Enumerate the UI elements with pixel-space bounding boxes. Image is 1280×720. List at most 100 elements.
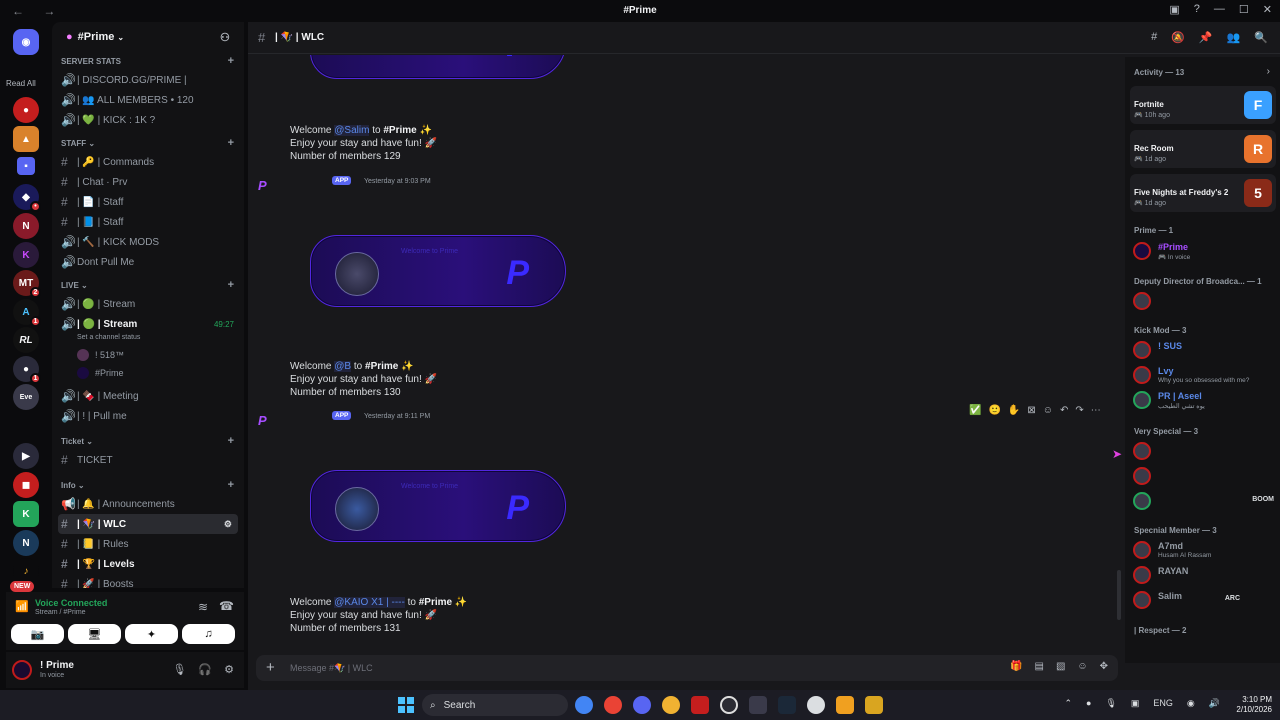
- search-icon[interactable]: 🔍: [1254, 31, 1268, 44]
- disconnect-icon[interactable]: ☎: [219, 599, 234, 613]
- mute-icon[interactable]: 🔕: [1171, 31, 1185, 44]
- signal-icon[interactable]: 📶: [15, 600, 29, 613]
- language-indicator[interactable]: ENG: [1153, 698, 1173, 709]
- member-item[interactable]: Lvy Why you so obsessed with me?: [1130, 364, 1280, 386]
- server-icon-6[interactable]: K: [13, 242, 39, 268]
- welcome-banner[interactable]: Welcome to Prime P: [310, 235, 566, 307]
- activity-card[interactable]: Five Nights at Freddy's 2 🎮 1d ago 5: [1130, 174, 1276, 212]
- noise-suppression-icon[interactable]: ≋: [198, 600, 208, 614]
- channel-levels[interactable]: # | 🏆 | Levels: [52, 554, 244, 574]
- category-live[interactable]: LIVE ⌄ +: [52, 276, 244, 294]
- server-icon-11[interactable]: Eve: [13, 384, 39, 410]
- member-item[interactable]: PR | Aseel يوه تشي الطيحب: [1130, 389, 1280, 411]
- threads-icon[interactable]: #: [1151, 31, 1157, 44]
- maximize-button[interactable]: ☐: [1239, 3, 1249, 16]
- server-icon-9[interactable]: RL: [13, 327, 39, 353]
- chevron-right-icon[interactable]: ›: [1267, 66, 1270, 77]
- avatar[interactable]: [12, 660, 32, 680]
- server-icon-8[interactable]: A1: [13, 299, 41, 327]
- chevron-up-icon[interactable]: ⌃: [1064, 698, 1072, 709]
- mention[interactable]: @B: [334, 361, 352, 372]
- channel-pull-me[interactable]: 🔊 | ! | Pull me: [52, 406, 244, 426]
- member-item[interactable]: RAYAN: [1130, 564, 1280, 586]
- forward-icon[interactable]: ↷: [1075, 405, 1083, 416]
- chrome-icon[interactable]: [575, 696, 593, 714]
- steam-icon[interactable]: [778, 696, 796, 714]
- member-item[interactable]: #Prime 🎮 In voice: [1130, 240, 1280, 262]
- add-reaction-icon[interactable]: ☺: [1043, 405, 1053, 416]
- chrome-icon[interactable]: [604, 696, 622, 714]
- headphones-icon[interactable]: 🎧: [198, 663, 212, 676]
- pin-icon[interactable]: 📌: [1199, 31, 1213, 44]
- add-channel-icon[interactable]: +: [228, 137, 234, 149]
- category-info[interactable]: Info ⌄ +: [52, 476, 244, 494]
- avatar[interactable]: P: [258, 413, 274, 429]
- app-icon[interactable]: [691, 696, 709, 714]
- server-icon-10[interactable]: ● 1: [13, 356, 41, 384]
- attach-plus-icon[interactable]: +: [266, 659, 275, 676]
- category-staff[interactable]: Staff ⌄ +: [52, 134, 244, 152]
- server-icon-1[interactable]: ●: [13, 97, 39, 123]
- server-icon-14[interactable]: K: [13, 501, 39, 527]
- member-item[interactable]: A7md Husam Al Rassam: [1130, 539, 1280, 561]
- screen-share-button[interactable]: 🖥: [68, 624, 121, 644]
- more-icon[interactable]: ⋯: [1091, 405, 1101, 416]
- channel-status[interactable]: Set a channel status: [52, 334, 244, 346]
- channel-kick-mods[interactable]: 🔊 | 🔨 | KICK MODS: [52, 232, 244, 252]
- category-ticket[interactable]: Ticket ⌄ +: [52, 432, 244, 450]
- channel-staff-2[interactable]: # | 📘 | Staff: [52, 212, 244, 232]
- help-icon[interactable]: ?: [1194, 3, 1200, 16]
- message-composer[interactable]: + Message #🪁 | WLC 🎁 ▤ ▧ ☺ ✥: [256, 655, 1118, 681]
- app-icon[interactable]: [836, 696, 854, 714]
- close-button[interactable]: ✕: [1263, 3, 1272, 16]
- composer-placeholder[interactable]: Message #🪁 | WLC: [290, 663, 373, 674]
- channel-stream-2[interactable]: 🔊 | 🟢 | Stream 49:27: [52, 314, 244, 334]
- microphone-icon[interactable]: 🎙: [1105, 698, 1116, 709]
- user-name[interactable]: ! Prime: [40, 660, 74, 671]
- volume-icon[interactable]: 🔊: [1209, 698, 1220, 709]
- soundboard-button[interactable]: ♫: [182, 624, 235, 644]
- channel-stat-discord[interactable]: 🔊 | DISCORD.GG/PRIME |: [52, 70, 244, 90]
- check-reaction-icon[interactable]: ✅: [969, 405, 981, 416]
- gift-icon[interactable]: 🎁: [1010, 661, 1022, 672]
- activity-card[interactable]: Rec Room 🎮 1d ago R: [1130, 130, 1276, 168]
- apps-icon[interactable]: ✥: [1100, 661, 1108, 672]
- channel-ticket[interactable]: # TICKET: [52, 450, 244, 470]
- file-explorer-icon[interactable]: [662, 696, 680, 714]
- member-item[interactable]: ! SUS: [1130, 339, 1280, 361]
- app-icon[interactable]: [807, 696, 825, 714]
- voice-user[interactable]: #Prime: [52, 364, 244, 382]
- tray-app-icon[interactable]: ▣: [1131, 698, 1140, 709]
- windows-start-icon[interactable]: [398, 697, 414, 713]
- channel-commands[interactable]: # | 🔑 | Commands: [52, 152, 244, 172]
- emoji-reaction-icon[interactable]: 🙂: [988, 405, 1000, 416]
- app-icon[interactable]: [749, 696, 767, 714]
- server-icon-4[interactable]: ◆ •: [13, 184, 41, 212]
- tray-app-icon[interactable]: ●: [1086, 698, 1091, 709]
- guild-header[interactable]: ● #Prime ⌄ ⚇: [52, 22, 244, 52]
- voice-user[interactable]: ! 518™: [52, 346, 244, 364]
- server-icon-5[interactable]: N: [13, 213, 39, 239]
- channel-stat-members[interactable]: 🔊 | 👥 ALL MEMBERS • 120: [52, 90, 244, 110]
- discord-icon[interactable]: [633, 696, 651, 714]
- microphone-icon[interactable]: 🎙: [172, 663, 186, 676]
- channel-boosts[interactable]: # | 🚀 | Boosts: [52, 574, 244, 588]
- scrollbar[interactable]: [1117, 570, 1121, 620]
- add-channel-icon[interactable]: +: [228, 55, 234, 67]
- thread-icon[interactable]: ⊠: [1027, 405, 1035, 416]
- clock[interactable]: 3:10 PM 2/10/2026: [1236, 695, 1272, 715]
- rockstar-icon[interactable]: [865, 696, 883, 714]
- member-item[interactable]: [1130, 440, 1280, 462]
- add-channel-icon[interactable]: +: [228, 435, 234, 447]
- channel-staff-1[interactable]: # | 📄 | Staff: [52, 192, 244, 212]
- hand-reaction-icon[interactable]: ✋: [1008, 405, 1020, 416]
- mention[interactable]: @KAIO X1 | ----: [334, 597, 405, 608]
- channel-stat-kick[interactable]: 🔊 | 💚 | KICK : 1K ?: [52, 110, 244, 130]
- channel-stream-1[interactable]: 🔊 | 🟢 | Stream: [52, 294, 244, 314]
- channel-wlc[interactable]: # | 🪁 | WLC ⚙: [58, 514, 238, 534]
- members-icon[interactable]: 👥: [1227, 31, 1241, 44]
- camera-button[interactable]: 📷: [11, 624, 64, 644]
- gif-icon[interactable]: ▤: [1034, 661, 1043, 672]
- category-server-stats[interactable]: SERVER STATS +: [52, 52, 244, 70]
- read-all-label[interactable]: Read All: [6, 79, 36, 88]
